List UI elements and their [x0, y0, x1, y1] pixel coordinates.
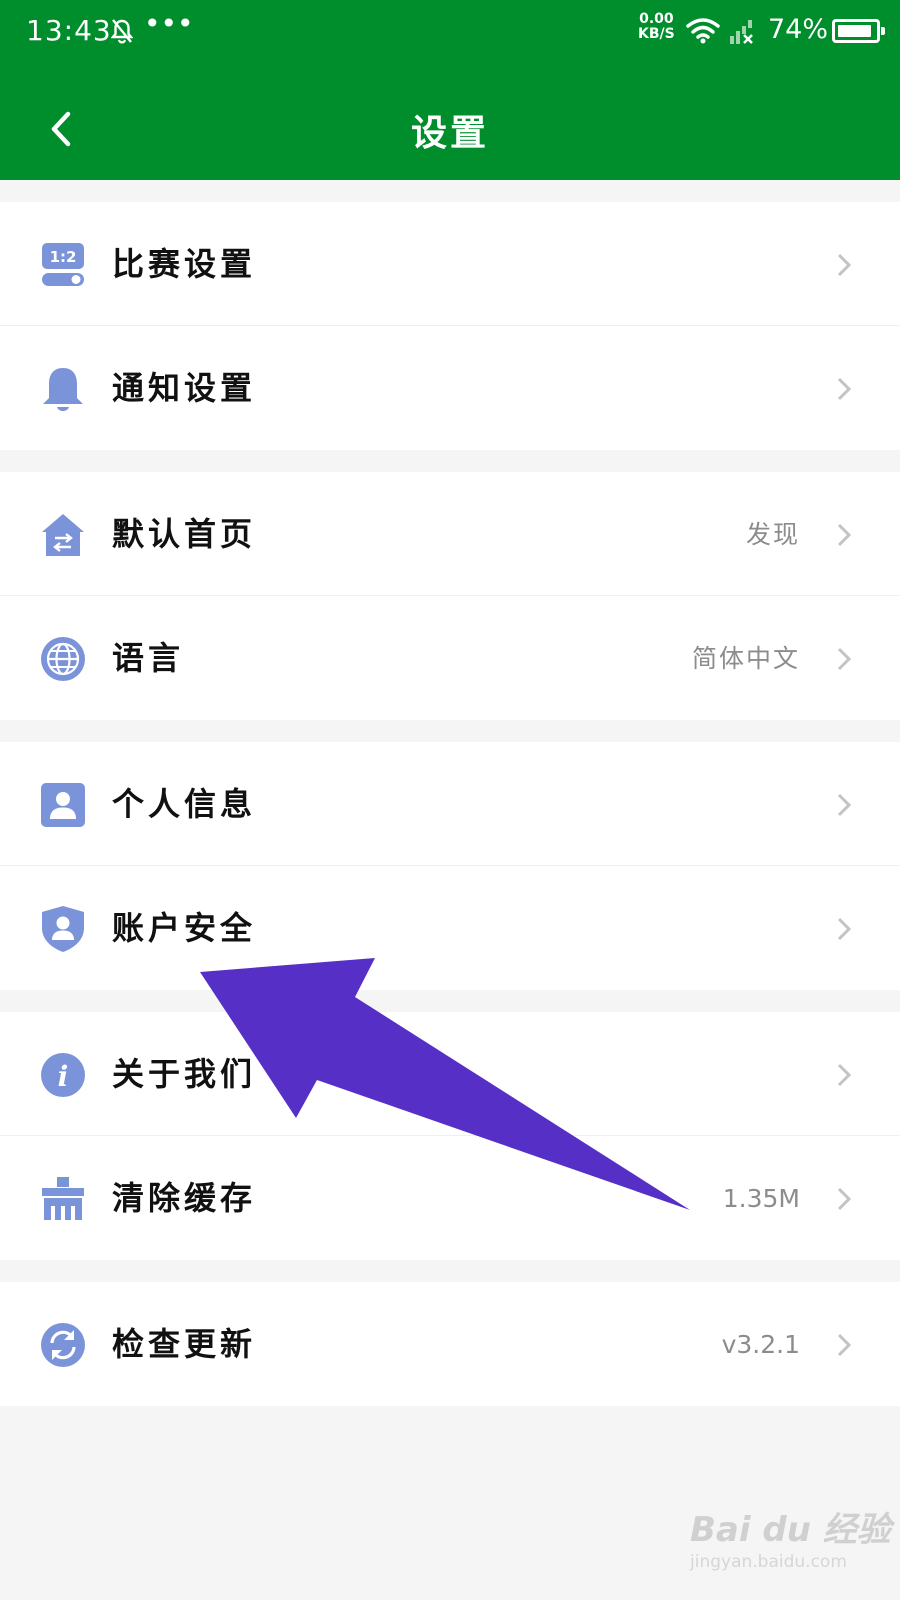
- battery-icon: [832, 19, 885, 43]
- watermark-url: jingyan.baidu.com: [690, 1552, 847, 1572]
- home-switch-icon: [42, 514, 84, 556]
- chevron-right-icon: [837, 377, 852, 401]
- setting-row-default-home[interactable]: 默认首页 发现: [0, 472, 900, 596]
- setting-label: 关于我们: [112, 1055, 257, 1093]
- shield-user-icon: [42, 906, 84, 952]
- setting-row-account-security[interactable]: 账户安全: [0, 866, 900, 990]
- setting-label: 比赛设置: [112, 245, 257, 283]
- setting-value: 发现: [745, 520, 800, 549]
- info-icon: i: [41, 1053, 85, 1097]
- svg-text:1:2: 1:2: [50, 248, 77, 266]
- settings-group-account: 个人信息 账户安全: [0, 742, 900, 990]
- settings-group-match: 1:2 比赛设置 通知设置: [0, 202, 900, 450]
- app-header: 13:43 ••• 0.00 KB/S 74% 设置: [0, 0, 900, 180]
- settings-group-update: 检查更新 v3.2.1: [0, 1282, 900, 1406]
- setting-row-check-update[interactable]: 检查更新 v3.2.1: [0, 1282, 900, 1406]
- setting-label: 通知设置: [112, 369, 257, 407]
- chevron-right-icon: [837, 917, 852, 941]
- svg-text:i: i: [58, 1060, 69, 1093]
- battery-percent: 74%: [768, 14, 829, 45]
- setting-row-language[interactable]: 语言 简体中文: [0, 596, 900, 720]
- setting-label: 账户安全: [112, 909, 257, 947]
- score-settings-icon: 1:2: [42, 243, 84, 286]
- refresh-icon: [41, 1323, 85, 1367]
- profile-card-icon: [41, 783, 85, 827]
- net-speed-value: 0.00: [639, 11, 674, 27]
- setting-value: 简体中文: [691, 644, 800, 673]
- status-bar: 13:43 ••• 0.00 KB/S 74%: [0, 0, 900, 64]
- setting-value: v3.2.1: [721, 1330, 800, 1359]
- broom-icon: [42, 1177, 84, 1220]
- setting-row-about[interactable]: i 关于我们: [0, 1012, 900, 1136]
- chevron-right-icon: [837, 253, 852, 277]
- page-title: 设置: [410, 112, 489, 154]
- setting-label: 语言: [112, 639, 185, 677]
- chevron-right-icon: [837, 1333, 852, 1357]
- settings-group-misc: i 关于我们 清除缓存 1.35M: [0, 1012, 900, 1260]
- setting-label: 检查更新: [112, 1325, 257, 1363]
- more-notifications-icon: •••: [144, 7, 194, 40]
- setting-label: 个人信息: [112, 785, 257, 823]
- setting-row-profile[interactable]: 个人信息: [0, 742, 900, 866]
- setting-label: 默认首页: [112, 515, 257, 553]
- setting-value: 1.35M: [722, 1184, 800, 1213]
- globe-icon: [41, 637, 85, 681]
- setting-row-clear-cache[interactable]: 清除缓存 1.35M: [0, 1136, 900, 1260]
- net-speed-unit: KB/S: [638, 26, 675, 42]
- settings-group-display: 默认首页 发现 语言 简体中文: [0, 472, 900, 720]
- chevron-right-icon: [837, 523, 852, 547]
- wifi-icon: [686, 18, 720, 44]
- setting-row-notification[interactable]: 通知设置: [0, 326, 900, 450]
- net-speed: 0.00 KB/S: [638, 12, 675, 42]
- chevron-right-icon: [837, 647, 852, 671]
- setting-row-match-settings[interactable]: 1:2 比赛设置: [0, 202, 900, 326]
- chevron-right-icon: [837, 1187, 852, 1211]
- bell-icon: [43, 368, 83, 411]
- bell-off-icon: [111, 19, 133, 44]
- status-time: 13:43: [26, 14, 112, 47]
- setting-label: 清除缓存: [112, 1179, 257, 1217]
- signal-icon: [730, 20, 753, 44]
- chevron-right-icon: [837, 793, 852, 817]
- chevron-right-icon: [837, 1063, 852, 1087]
- watermark-logo: Bai du 经验: [690, 1510, 891, 1550]
